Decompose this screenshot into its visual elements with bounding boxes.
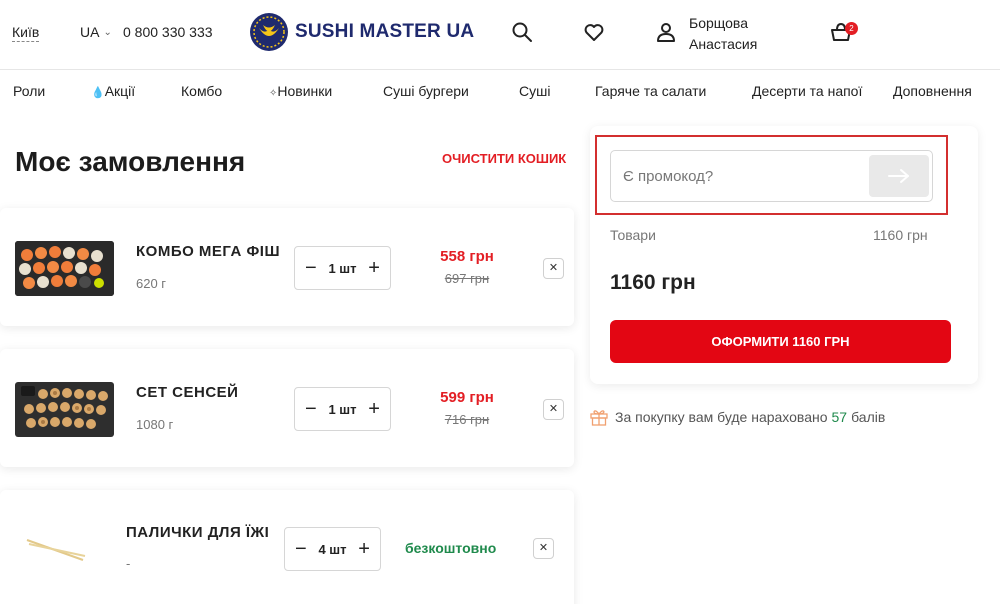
decrease-button[interactable]: − bbox=[305, 258, 317, 278]
cart-count-badge: 2 bbox=[845, 22, 858, 35]
remove-item-button[interactable]: ✕ bbox=[543, 258, 564, 279]
bonus-prefix: За покупку вам буде нараховано bbox=[615, 409, 828, 425]
decrease-button[interactable]: − bbox=[295, 539, 307, 559]
item-price-free: безкоштовно bbox=[405, 540, 497, 556]
goods-label: Товари bbox=[610, 227, 656, 243]
heart-icon[interactable] bbox=[582, 20, 606, 44]
item-name: ПАЛИЧКИ ДЛЯ ЇЖІ bbox=[126, 524, 270, 541]
item-old-price: 697 грн bbox=[444, 271, 490, 286]
remove-item-button[interactable]: ✕ bbox=[533, 538, 554, 559]
cart-item: ПАЛИЧКИ ДЛЯ ЇЖІ - − 4 шт + безкоштовно ✕ bbox=[0, 490, 574, 604]
item-name: КОМБО МЕГА ФІШ bbox=[136, 243, 281, 260]
bonus-suffix: балів bbox=[851, 409, 886, 425]
user-name[interactable]: Борщова Анастасия bbox=[689, 13, 757, 55]
phone-link[interactable]: 0 800 330 333 bbox=[123, 24, 213, 40]
bonus-info: За покупку вам буде нараховано 57 балів bbox=[589, 407, 885, 427]
nav-item-rolls[interactable]: Роли bbox=[13, 83, 45, 99]
combo-mega-fish-image bbox=[15, 241, 114, 296]
category-nav: Роли 💧Акції Комбо ✧Новинки Суші бургери … bbox=[0, 71, 1000, 111]
logo[interactable]: SUSHI MASTER UA bbox=[249, 11, 474, 53]
item-name: СЕТ СЕНСЕЙ bbox=[136, 384, 239, 401]
search-icon[interactable] bbox=[510, 20, 534, 44]
logo-emblem-icon bbox=[250, 13, 288, 51]
quantity-value: 4 шт bbox=[318, 541, 347, 557]
city-selector[interactable]: Київ bbox=[12, 24, 40, 42]
user-last-name: Анастасия bbox=[689, 36, 758, 52]
item-old-price: 716 грн bbox=[444, 412, 490, 427]
nav-item-promos[interactable]: 💧Акції bbox=[91, 83, 135, 99]
chopsticks-image bbox=[15, 520, 114, 575]
increase-button[interactable]: + bbox=[368, 399, 380, 419]
quantity-stepper: − 1 шт + bbox=[294, 246, 391, 290]
language-selector[interactable]: UA ⌄ bbox=[80, 24, 112, 40]
gift-icon bbox=[590, 410, 608, 426]
increase-button[interactable]: + bbox=[368, 258, 380, 278]
checkout-button[interactable]: ОФОРМИТИ 1160 ГРН bbox=[610, 320, 951, 363]
quantity-stepper: − 1 шт + bbox=[294, 387, 391, 431]
nav-item-hot-salads[interactable]: Гаряче та салати bbox=[595, 83, 706, 99]
item-weight: 1080 г bbox=[136, 417, 174, 432]
site-header: Київ UA ⌄ 0 800 330 333 SUSHI MASTER UA Б… bbox=[0, 0, 1000, 70]
nav-item-sushi-burgers[interactable]: Суші бургери bbox=[383, 83, 469, 99]
nav-item-sushi[interactable]: Суші bbox=[519, 83, 550, 99]
quantity-value: 1 шт bbox=[328, 260, 357, 276]
nav-item-desserts-drinks[interactable]: Десерти та напої bbox=[752, 83, 862, 99]
remove-item-button[interactable]: ✕ bbox=[543, 399, 564, 420]
cart-item: СЕТ СЕНСЕЙ 1080 г − 1 шт + 599 грн 716 г… bbox=[0, 349, 574, 467]
bonus-points: 57 bbox=[831, 409, 848, 425]
nav-item-promos-label: Акції bbox=[104, 83, 136, 99]
item-weight: 620 г bbox=[136, 276, 167, 291]
chevron-down-icon: ⌄ bbox=[103, 27, 112, 38]
apply-promo-button[interactable] bbox=[869, 155, 929, 197]
nav-item-combo[interactable]: Комбо bbox=[181, 83, 222, 99]
item-weight: - bbox=[126, 556, 131, 571]
nav-item-new[interactable]: ✧Новинки bbox=[269, 83, 332, 99]
language-label: UA bbox=[80, 24, 100, 40]
cart-item: КОМБО МЕГА ФІШ 620 г − 1 шт + 558 грн 69… bbox=[0, 208, 574, 326]
clear-cart-button[interactable]: ОЧИСТИТИ КОШИК bbox=[442, 151, 566, 166]
fire-icon: 💧 bbox=[91, 87, 105, 99]
nav-item-new-label: Новинки bbox=[277, 83, 333, 99]
nav-item-extras[interactable]: Доповнення bbox=[893, 83, 972, 99]
quantity-stepper: − 4 шт + bbox=[284, 527, 381, 571]
set-sensei-image bbox=[15, 382, 114, 437]
increase-button[interactable]: + bbox=[358, 539, 370, 559]
goods-value: 1160 грн bbox=[873, 227, 928, 243]
page-title: Моє замовлення bbox=[15, 146, 246, 177]
quantity-value: 1 шт bbox=[328, 401, 357, 417]
item-price: 599 грн bbox=[440, 389, 494, 406]
arrow-right-icon bbox=[888, 169, 909, 183]
user-icon[interactable] bbox=[654, 20, 678, 44]
decrease-button[interactable]: − bbox=[305, 399, 317, 419]
item-price: 558 грн bbox=[440, 248, 494, 265]
brand-name: SUSHI MASTER UA bbox=[295, 21, 475, 42]
user-first-name: Борщова bbox=[689, 15, 748, 31]
order-total: 1160 грн bbox=[610, 271, 696, 294]
